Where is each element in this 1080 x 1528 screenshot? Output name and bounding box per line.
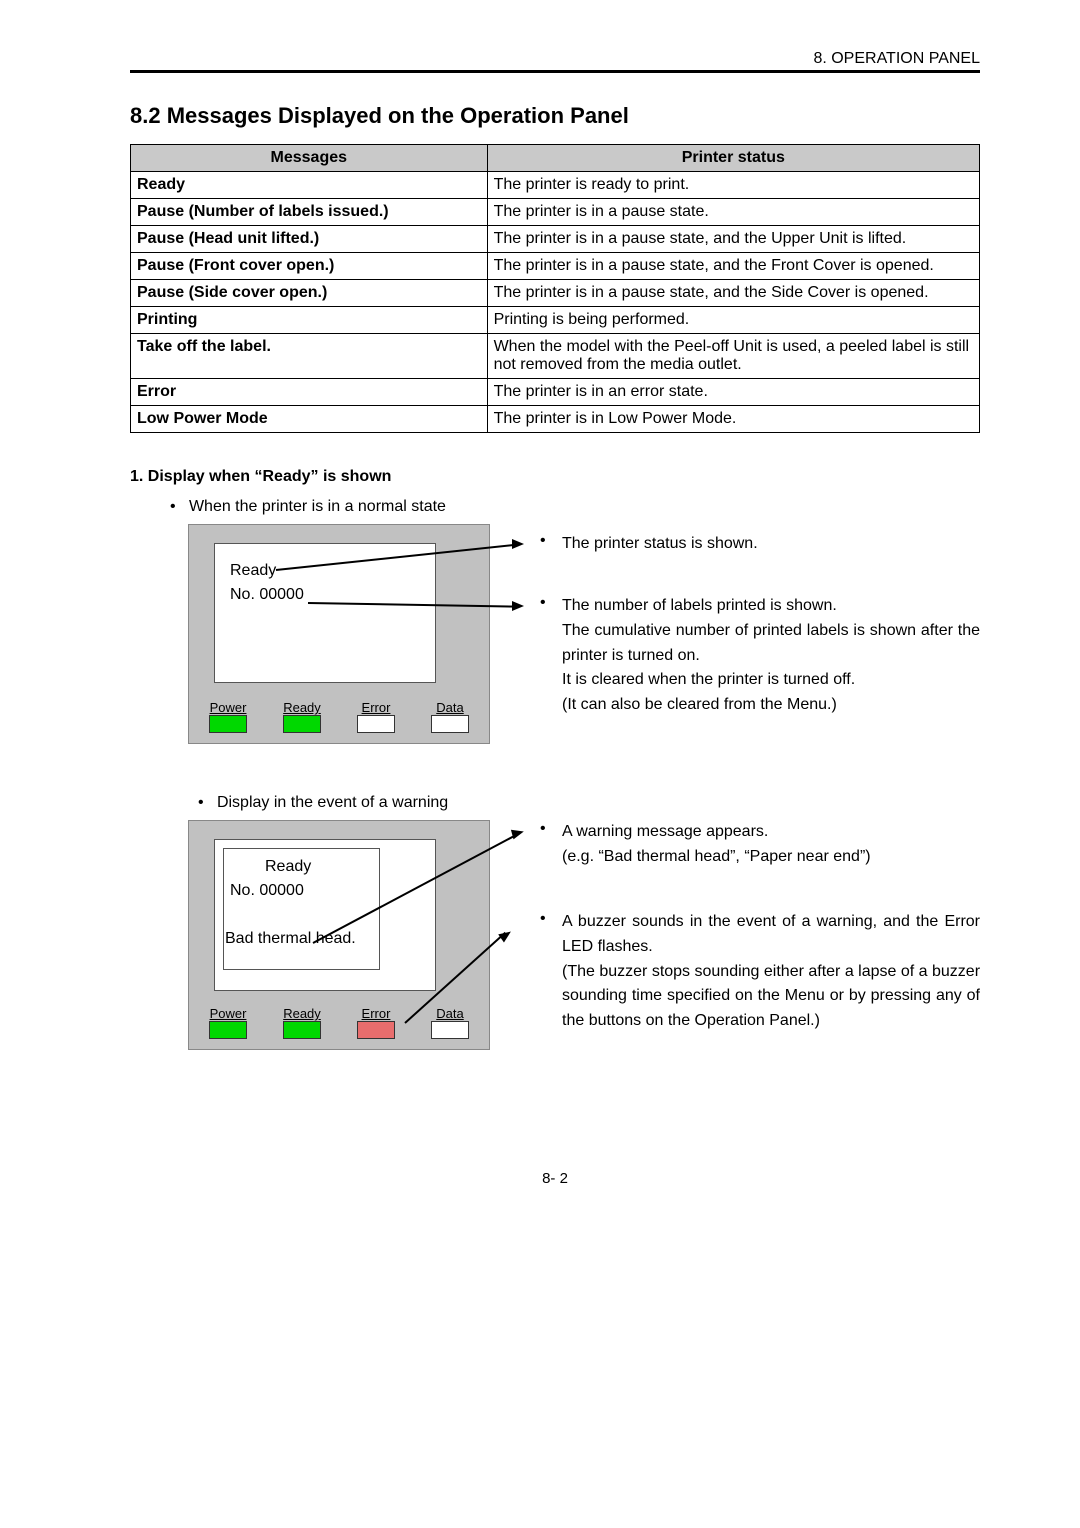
page-header: 8. OPERATION PANEL xyxy=(130,50,980,73)
msg-cell: Pause (Head unit lifted.) xyxy=(131,226,488,253)
section-title: 8.2 Messages Displayed on the Operation … xyxy=(130,103,980,129)
led-label-ready: Ready xyxy=(283,1006,321,1021)
led-label-error: Error xyxy=(357,1006,395,1021)
msg-cell: Low Power Mode xyxy=(131,406,488,433)
table-row: Pause (Front cover open.)The printer is … xyxy=(131,253,980,280)
lcd-screen: Ready No. 00000 Bad thermal head. xyxy=(214,839,436,991)
table-row: ReadyThe printer is ready to print. xyxy=(131,172,980,199)
table-row: Low Power ModeThe printer is in Low Powe… xyxy=(131,406,980,433)
bullet-dot-icon: • xyxy=(540,532,548,557)
msg-cell: Pause (Side cover open.) xyxy=(131,280,488,307)
status-cell: The printer is in a pause state, and the… xyxy=(487,226,979,253)
lcd-line-count: No. 00000 xyxy=(230,882,304,900)
table-row: PrintingPrinting is being performed. xyxy=(131,307,980,334)
table-row: Pause (Head unit lifted.)The printer is … xyxy=(131,226,980,253)
data-led-icon xyxy=(431,715,469,733)
msg-cell: Ready xyxy=(131,172,488,199)
lcd-line-ready: Ready xyxy=(265,858,311,876)
table-row: Pause (Number of labels issued.)The prin… xyxy=(131,199,980,226)
lcd-panel-warning: Ready No. 00000 Bad thermal head. Power … xyxy=(188,820,490,1050)
msg-cell: Take off the label. xyxy=(131,334,488,379)
error-led-icon xyxy=(357,1021,395,1039)
error-led-icon xyxy=(357,715,395,733)
bullet-dot-icon: • xyxy=(540,594,548,718)
explain-text: The number of labels printed is shown. T… xyxy=(562,594,980,718)
arrow-head-icon xyxy=(511,827,525,840)
bullet-dot-icon: • xyxy=(540,820,548,870)
table-row: Take off the label.When the model with t… xyxy=(131,334,980,379)
status-cell: The printer is in a pause state, and the… xyxy=(487,253,979,280)
arrow-head-icon xyxy=(498,927,514,942)
msg-cell: Pause (Number of labels issued.) xyxy=(131,199,488,226)
col-header-status: Printer status xyxy=(487,145,979,172)
power-led-icon xyxy=(209,1021,247,1039)
msg-cell: Pause (Front cover open.) xyxy=(131,253,488,280)
messages-table: Messages Printer status ReadyThe printer… xyxy=(130,144,980,433)
bullet-warning: • Display in the event of a warning xyxy=(130,794,980,812)
led-label-power: Power xyxy=(209,700,247,715)
table-row: Pause (Side cover open.)The printer is i… xyxy=(131,280,980,307)
led-label-data: Data xyxy=(431,700,469,715)
msg-cell: Error xyxy=(131,379,488,406)
status-cell: The printer is in an error state. xyxy=(487,379,979,406)
status-cell: Printing is being performed. xyxy=(487,307,979,334)
explain-text: A warning message appears. (e.g. “Bad th… xyxy=(562,820,980,870)
msg-cell: Printing xyxy=(131,307,488,334)
status-cell: The printer is ready to print. xyxy=(487,172,979,199)
status-cell: The printer is in a pause state, and the… xyxy=(487,280,979,307)
lcd-line-warning: Bad thermal head. xyxy=(225,930,356,948)
status-cell: The printer is in Low Power Mode. xyxy=(487,406,979,433)
lcd-panel-normal: Ready No. 00000 Power Ready Error Data xyxy=(188,524,490,744)
arrow-head-icon xyxy=(512,601,524,611)
led-label-ready: Ready xyxy=(283,700,321,715)
led-label-data: Data xyxy=(431,1006,469,1021)
page-number: 8- 2 xyxy=(130,1170,980,1187)
ready-led-icon xyxy=(283,715,321,733)
explain-text: The printer status is shown. xyxy=(562,532,980,557)
col-header-messages: Messages xyxy=(131,145,488,172)
ready-led-icon xyxy=(283,1021,321,1039)
subsection-heading: 1. Display when “Ready” is shown xyxy=(130,468,980,486)
power-led-icon xyxy=(209,715,247,733)
bullet-dot-icon: • xyxy=(540,910,548,1034)
arrow-head-icon xyxy=(512,539,524,549)
explain-text: A buzzer sounds in the event of a warnin… xyxy=(562,910,980,1034)
led-label-power: Power xyxy=(209,1006,247,1021)
table-row: ErrorThe printer is in an error state. xyxy=(131,379,980,406)
bullet-normal-state: • When the printer is in a normal state xyxy=(130,498,980,516)
lcd-line-ready: Ready xyxy=(230,562,276,580)
status-cell: The printer is in a pause state. xyxy=(487,199,979,226)
lcd-line-count: No. 00000 xyxy=(230,586,304,604)
status-cell: When the model with the Peel-off Unit is… xyxy=(487,334,979,379)
data-led-icon xyxy=(431,1021,469,1039)
led-label-error: Error xyxy=(357,700,395,715)
